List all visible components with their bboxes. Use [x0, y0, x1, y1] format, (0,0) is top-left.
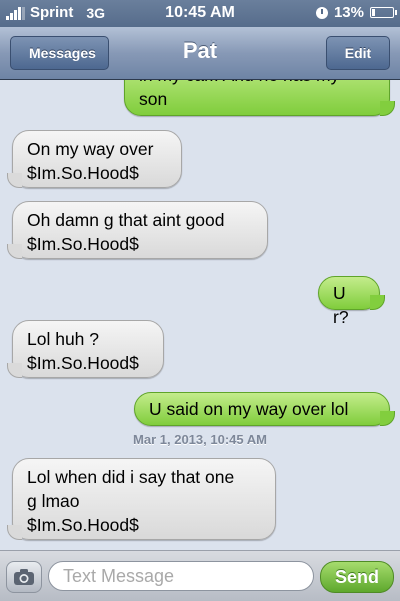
message-bubble-outgoing[interactable]: U said on my way over lol [134, 392, 395, 426]
message-bubble-incoming[interactable]: Oh damn g that aint good $Im.So.Hood$ [12, 201, 268, 259]
battery-icon [370, 7, 397, 18]
conversation-thread[interactable]: in my car.. And he has my son On my way … [0, 80, 400, 550]
text-message-input[interactable] [48, 561, 314, 591]
message-input-bar: Send [0, 550, 400, 601]
battery-percent: 13% [333, 4, 364, 21]
message-bubble-outgoing[interactable]: U r? [318, 276, 385, 327]
send-button[interactable]: Send [320, 561, 394, 593]
message-bubble-incoming[interactable]: On my way over $Im.So.Hood$ [12, 130, 182, 188]
message-bubble-incoming[interactable]: Lol when did i say that one g lmao $Im.S… [12, 458, 276, 540]
message-timestamp: Mar 1, 2013, 10:45 AM [133, 432, 267, 447]
status-right: 13% [315, 4, 397, 21]
camera-icon [14, 569, 34, 585]
edit-button[interactable]: Edit [326, 36, 390, 70]
message-bubble-outgoing[interactable]: in my car.. And he has my son [124, 80, 395, 116]
status-bar: Sprint 3G 10:45 AM 13% [0, 0, 400, 27]
camera-button[interactable] [6, 561, 42, 593]
message-bubble-incoming[interactable]: Lol huh ? $Im.So.Hood$ [12, 320, 164, 378]
clock-icon [315, 6, 328, 19]
navigation-bar: Messages Pat Edit [0, 27, 400, 80]
